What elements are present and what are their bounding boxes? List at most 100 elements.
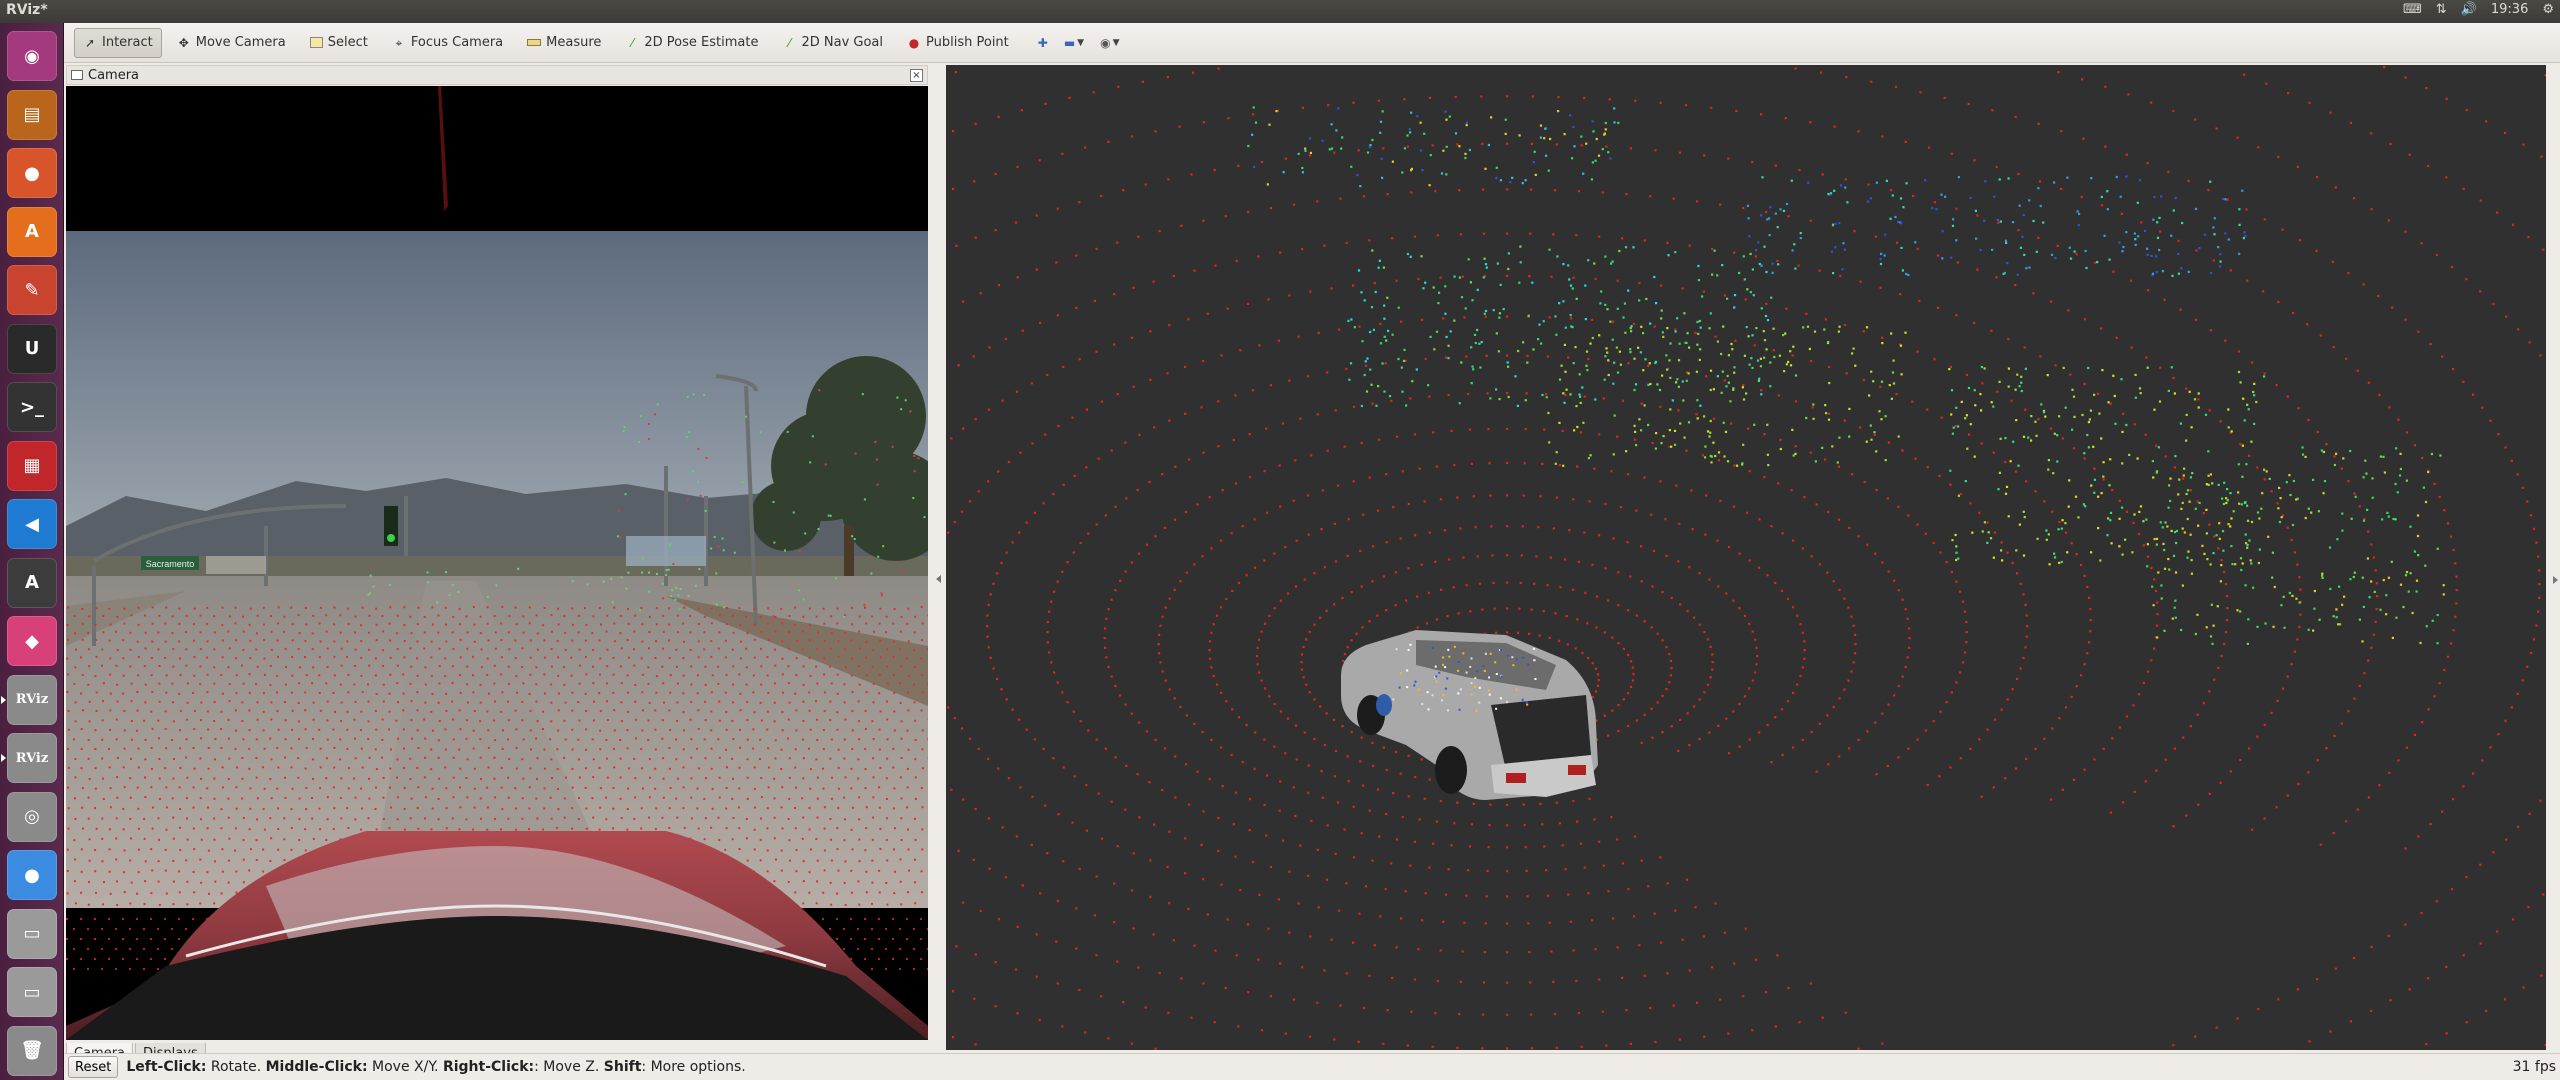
hint-middle-key: Middle-Click:: [265, 1059, 368, 1075]
trash-icon[interactable]: 🗑: [7, 1025, 57, 1076]
nav-goal-tool[interactable]: ⁄ 2D Nav Goal: [773, 28, 892, 58]
select-tool[interactable]: Select: [301, 28, 377, 58]
view-options-button[interactable]: ◉ ▼: [1100, 36, 1119, 50]
ruler-icon: [527, 39, 542, 46]
collapse-right-icon[interactable]: [2553, 576, 2558, 584]
volume-icon[interactable]: 🔊: [2461, 2, 2477, 17]
move-camera-tool[interactable]: ✥ Move Camera: [168, 28, 295, 58]
app-red-glyph: ▦: [23, 455, 41, 476]
drive-glyph: ▭: [23, 923, 41, 944]
map-pin-icon: ●: [908, 35, 920, 50]
minus-icon: ▬: [1063, 35, 1076, 50]
chrome-glyph: ●: [24, 864, 40, 886]
rviz-window: ➚ Interact ✥ Move Camera Select ⌖ Focus …: [64, 23, 2560, 1080]
eye-icon: ◉: [1100, 35, 1111, 50]
rviz-icon-1[interactable]: RViz: [1, 674, 57, 725]
trash-glyph: 🗑: [20, 1040, 44, 1061]
rviz-glyph: RViz: [15, 750, 49, 766]
app-red-icon[interactable]: ▦: [7, 440, 57, 491]
status-bar: Reset Left-Click: Rotate. Middle-Click: …: [64, 1053, 2560, 1080]
drive-icon-2[interactable]: ▭: [7, 967, 57, 1017]
pose-estimate-tool[interactable]: ⁄ 2D Pose Estimate: [616, 28, 767, 58]
camera-image-view[interactable]: Sacramento: [66, 86, 928, 1040]
move-icon: ✥: [178, 35, 189, 50]
camera-image: Sacramento: [66, 86, 928, 1040]
hint-right-action: : Move Z.: [534, 1059, 604, 1075]
cursor-icon: ➚: [84, 35, 96, 50]
ubuntu-dash-glyph: ◉: [24, 45, 40, 67]
crosshair-icon: ⌖: [395, 35, 403, 50]
files-glyph: ▤: [23, 104, 41, 125]
rviz-glyph: RViz: [15, 692, 49, 707]
3d-render-view[interactable]: [946, 65, 2546, 1050]
ubuntu-dash-icon[interactable]: ◉: [7, 31, 57, 81]
files-icon[interactable]: ▤: [7, 89, 57, 140]
hint-right-key: Right-Click:: [442, 1059, 535, 1075]
collapse-left-icon[interactable]: [936, 575, 941, 583]
top-panel: RViz* ⌨ ⇅ 🔊 19:36 ⚙: [0, 0, 2560, 23]
publish-point-tool[interactable]: ● Publish Point: [898, 28, 1018, 58]
vscode-icon[interactable]: ◀: [7, 499, 57, 549]
software-center-icon[interactable]: A: [7, 206, 57, 257]
green-arrow-icon: ⁄: [631, 35, 634, 50]
app-pink-icon[interactable]: ◆: [7, 616, 57, 666]
chevron-down-icon: ▼: [1112, 37, 1120, 48]
move-camera-label: Move Camera: [195, 35, 286, 50]
point-cloud: [947, 66, 2546, 1050]
camera-panel: Camera × Sacramento: [66, 65, 928, 1040]
unreal-engine-glyph: U: [24, 338, 40, 359]
float-panel-icon[interactable]: [71, 70, 83, 80]
chrome-icon[interactable]: ●: [7, 850, 57, 900]
drive-icon-1[interactable]: ▭: [7, 908, 57, 959]
settings-gear-icon[interactable]: ⚙: [2542, 2, 2554, 17]
close-icon[interactable]: ×: [910, 69, 923, 82]
system-tray: ⌨ ⇅ 🔊 19:36 ⚙: [2403, 2, 2554, 17]
vscode-glyph: ◀: [25, 513, 39, 535]
firefox-glyph: ●: [24, 162, 40, 184]
hint-left-key: Left-Click:: [126, 1059, 207, 1075]
clock[interactable]: 19:36: [2491, 2, 2528, 17]
unreal-engine-icon[interactable]: U: [7, 323, 57, 374]
chevron-down-icon: ▼: [1077, 37, 1085, 48]
lidar-clusters: [1247, 106, 2445, 645]
firefox-icon[interactable]: ●: [7, 148, 57, 198]
fps-counter: 31 fps: [2512, 1059, 2556, 1075]
remove-tool-button[interactable]: ▬ ▼: [1064, 36, 1084, 50]
plus-icon: ✚: [1037, 35, 1048, 50]
launcher: ◉ ▤ ● A ✎ U >_ ▦ ◀ A ◆ RViz RViz ◎ ● ▭ ▭ 🗑: [0, 23, 64, 1080]
toolbar: ➚ Interact ✥ Move Camera Select ⌖ Focus …: [64, 23, 2560, 63]
ego-vehicle-model: [1341, 630, 1598, 800]
camera-panel-title: Camera: [88, 67, 140, 83]
green-arrow-icon: ⁄: [788, 35, 791, 50]
terminal-glyph: >_: [19, 396, 45, 418]
focus-camera-tool[interactable]: ⌖ Focus Camera: [383, 28, 512, 58]
pose-estimate-label: 2D Pose Estimate: [644, 35, 759, 50]
select-label: Select: [327, 35, 368, 50]
camera-app-icon[interactable]: ◎: [7, 791, 57, 842]
system-settings-icon[interactable]: ✎: [7, 265, 57, 315]
reset-button[interactable]: Reset: [68, 1056, 119, 1078]
camera-app-glyph: ◎: [24, 806, 40, 827]
hint-left-action: Rotate.: [206, 1059, 266, 1075]
interact-tool[interactable]: ➚ Interact: [74, 27, 162, 58]
interact-label: Interact: [102, 35, 153, 50]
publish-point-label: Publish Point: [926, 35, 1009, 50]
software-center-glyph: A: [25, 221, 39, 242]
camera-panel-titlebar[interactable]: Camera ×: [66, 65, 928, 85]
keyboard-icon[interactable]: ⌨: [2403, 2, 2422, 17]
network-icon[interactable]: ⇅: [2436, 2, 2447, 17]
mouse-hint: Left-Click: Rotate. Middle-Click: Move X…: [126, 1059, 745, 1075]
select-box-icon: [309, 37, 323, 48]
add-tool-button[interactable]: ✚: [1038, 36, 1048, 50]
measure-tool[interactable]: Measure: [518, 28, 610, 58]
terminal-icon[interactable]: >_: [7, 382, 57, 432]
measure-label: Measure: [546, 35, 602, 50]
street-sign-text: Sacramento: [146, 559, 195, 569]
hint-shift-action: : More options.: [641, 1059, 746, 1075]
hint-middle-action: Move X/Y.: [367, 1059, 443, 1075]
hint-shift-key: Shift: [603, 1059, 642, 1075]
app-pink-glyph: ◆: [25, 630, 39, 652]
software-updater-icon[interactable]: A: [7, 557, 57, 608]
rviz-icon-2[interactable]: RViz: [1, 733, 57, 783]
software-updater-glyph: A: [25, 572, 39, 593]
